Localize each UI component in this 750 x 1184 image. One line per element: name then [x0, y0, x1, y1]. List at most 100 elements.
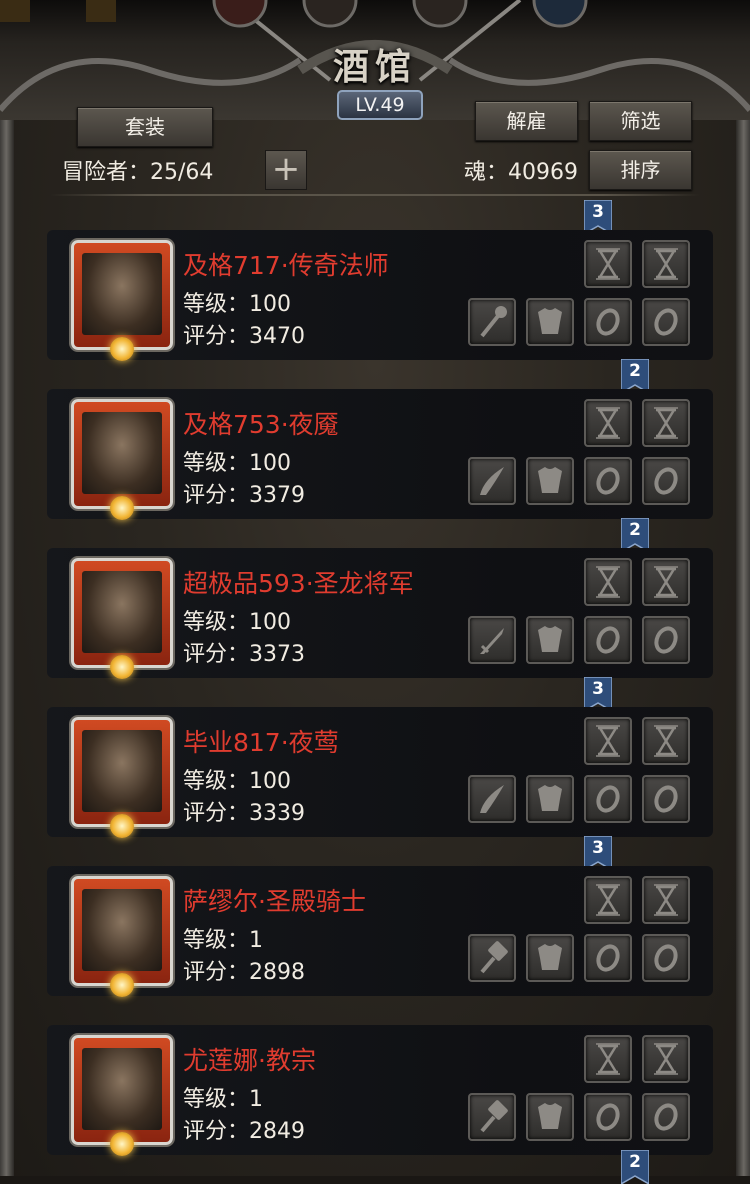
hero-face-image: [82, 253, 162, 335]
hero-card[interactable]: 尤莲娜·教宗等级：1 评分：2849: [47, 1025, 713, 1156]
staff-weapon-icon[interactable]: [468, 298, 516, 346]
rank-ribbon: 2: [621, 1150, 649, 1184]
rank-number: 2: [629, 361, 641, 381]
hero-portrait[interactable]: [71, 558, 173, 679]
ring-slot-icon[interactable]: [642, 298, 690, 346]
hero-portrait[interactable]: [71, 399, 173, 520]
hourglass-slot-icon[interactable]: [584, 876, 632, 924]
hero-score: 评分：2898: [183, 960, 305, 985]
hero-score: 评分：3470: [183, 324, 305, 349]
rank-ribbon: 3: [584, 677, 612, 711]
hourglass-slot-icon[interactable]: [642, 876, 690, 924]
star-medal-icon: [110, 814, 134, 838]
hero-score: 评分：2849: [183, 1119, 305, 1144]
frame-right-border: [736, 120, 750, 1176]
hero-portrait[interactable]: [71, 240, 173, 361]
set-button[interactable]: 套装: [77, 107, 213, 147]
armor-slot-icon[interactable]: [526, 1093, 574, 1141]
sort-button[interactable]: 排序: [589, 150, 692, 190]
hero-face-image: [82, 571, 162, 653]
armor-slot-icon[interactable]: [526, 775, 574, 823]
hammer-weapon-icon[interactable]: [468, 934, 516, 982]
ring-slot-icon[interactable]: [642, 934, 690, 982]
ring-slot-icon[interactable]: [642, 616, 690, 664]
rank-number: 3: [592, 838, 604, 858]
blade-weapon-icon[interactable]: [468, 775, 516, 823]
rank-ribbon: 3: [584, 200, 612, 234]
hero-face-image: [82, 889, 162, 971]
hero-face-image: [82, 1048, 162, 1130]
hero-score: 评分：3379: [183, 483, 305, 508]
header-divider: [50, 194, 700, 196]
hero-level: 等级：100: [183, 451, 291, 476]
ring-slot-icon[interactable]: [584, 934, 632, 982]
page-title: 酒馆: [332, 46, 417, 88]
hero-score: 评分：3373: [183, 642, 305, 667]
hero-level: 等级：1: [183, 928, 263, 953]
hero-level: 等级：100: [183, 292, 291, 317]
armor-slot-icon[interactable]: [526, 616, 574, 664]
hero-portrait[interactable]: [71, 876, 173, 997]
hero-name: 超极品593·圣龙将军: [183, 569, 414, 598]
dismiss-button[interactable]: 解雇: [475, 101, 578, 141]
rank-number: 2: [629, 520, 641, 540]
ring-slot-icon[interactable]: [584, 775, 632, 823]
hero-name: 及格717·传奇法师: [183, 251, 389, 280]
hero-card[interactable]: 萨缪尔·圣殿骑士等级：1 评分：2898: [47, 866, 713, 997]
hero-name: 及格753·夜魇: [183, 410, 339, 439]
hourglass-slot-icon[interactable]: [584, 399, 632, 447]
hero-card[interactable]: 毕业817·夜莺等级：100 评分：3339: [47, 707, 713, 838]
hero-level: 等级：100: [183, 610, 291, 635]
ring-slot-icon[interactable]: [584, 616, 632, 664]
hourglass-slot-icon[interactable]: [642, 1035, 690, 1083]
rank-ribbon: 2: [621, 518, 649, 552]
hero-face-image: [82, 730, 162, 812]
hourglass-slot-icon[interactable]: [642, 399, 690, 447]
ring-slot-icon[interactable]: [642, 1093, 690, 1141]
hero-name: 萨缪尔·圣殿骑士: [183, 887, 366, 916]
star-medal-icon: [110, 337, 134, 361]
hourglass-slot-icon[interactable]: [642, 558, 690, 606]
level-badge: LV.49: [337, 90, 423, 120]
star-medal-icon: [110, 496, 134, 520]
ring-slot-icon[interactable]: [584, 457, 632, 505]
hourglass-slot-icon[interactable]: [642, 240, 690, 288]
filter-button[interactable]: 筛选: [589, 101, 692, 141]
rank-number: 2: [629, 1152, 641, 1172]
ring-slot-icon[interactable]: [584, 1093, 632, 1141]
adventurer-count: 冒险者：25/64: [62, 160, 214, 185]
rank-ribbon: 3: [584, 836, 612, 870]
hero-name: 尤莲娜·教宗: [183, 1046, 316, 1075]
star-medal-icon: [110, 655, 134, 679]
armor-slot-icon[interactable]: [526, 298, 574, 346]
blade-weapon-icon[interactable]: [468, 457, 516, 505]
sword-weapon-icon[interactable]: [468, 616, 516, 664]
hero-portrait[interactable]: [71, 717, 173, 838]
hammer-weapon-icon[interactable]: [468, 1093, 516, 1141]
hourglass-slot-icon[interactable]: [584, 717, 632, 765]
armor-slot-icon[interactable]: [526, 934, 574, 982]
hourglass-slot-icon[interactable]: [584, 1035, 632, 1083]
hero-card[interactable]: 及格753·夜魇等级：100 评分：3379: [47, 389, 713, 520]
hero-portrait[interactable]: [71, 1035, 173, 1156]
hourglass-slot-icon[interactable]: [584, 240, 632, 288]
hero-card[interactable]: 及格717·传奇法师等级：100 评分：3470: [47, 230, 713, 361]
ring-slot-icon[interactable]: [642, 775, 690, 823]
rank-ribbon: 2: [621, 359, 649, 393]
soul-currency: 魂：40969: [464, 160, 578, 185]
armor-slot-icon[interactable]: [526, 457, 574, 505]
hero-card[interactable]: 超极品593·圣龙将军等级：100 评分：3373: [47, 548, 713, 679]
star-medal-icon: [110, 1132, 134, 1156]
add-slot-button[interactable]: +: [265, 150, 307, 190]
ring-slot-icon[interactable]: [642, 457, 690, 505]
ring-slot-icon[interactable]: [584, 298, 632, 346]
hero-level: 等级：1: [183, 1087, 263, 1112]
hero-face-image: [82, 412, 162, 494]
hourglass-slot-icon[interactable]: [584, 558, 632, 606]
frame-left-border: [0, 120, 14, 1176]
rank-number: 3: [592, 679, 604, 699]
hero-level: 等级：100: [183, 769, 291, 794]
hero-score: 评分：3339: [183, 801, 305, 826]
hero-name: 毕业817·夜莺: [183, 728, 339, 757]
hourglass-slot-icon[interactable]: [642, 717, 690, 765]
